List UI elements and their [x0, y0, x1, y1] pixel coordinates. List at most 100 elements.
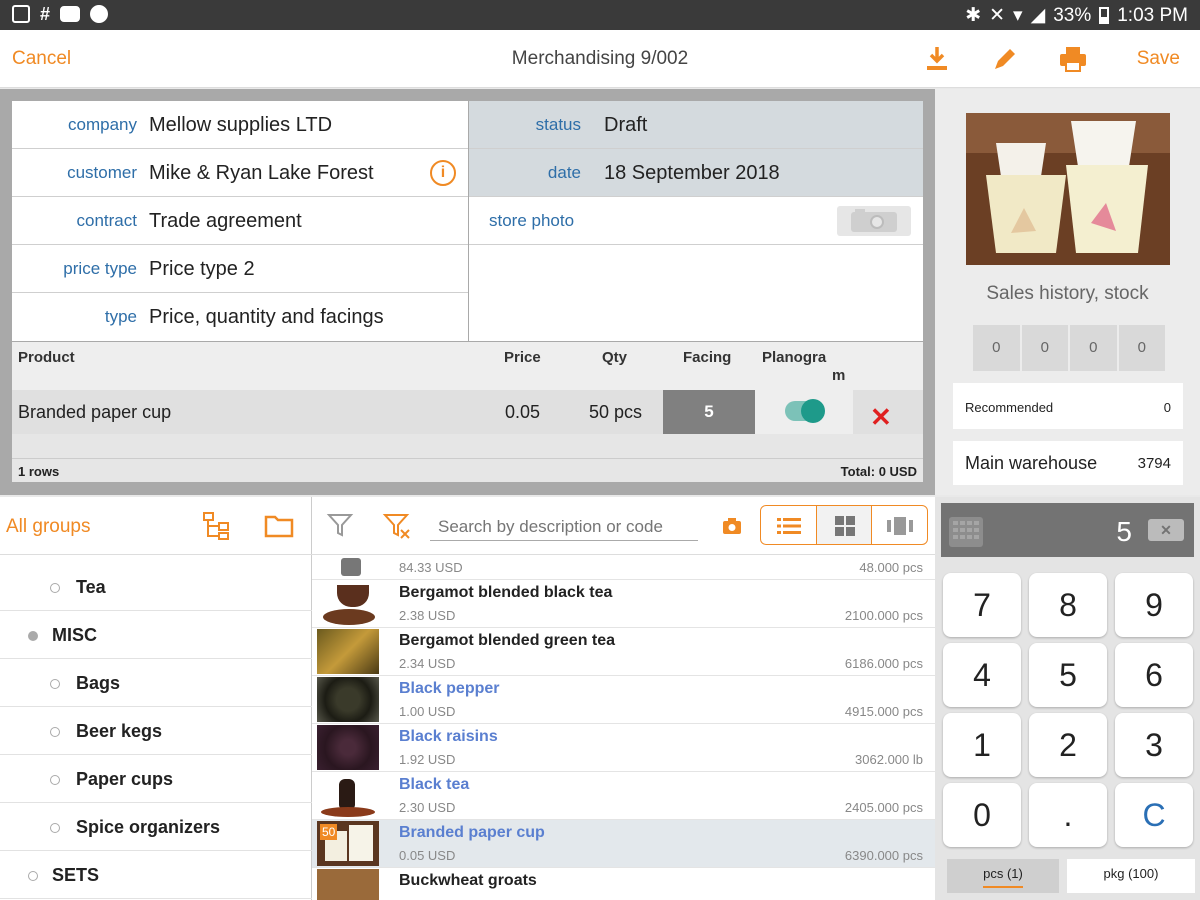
planogram-toggle[interactable] — [785, 399, 825, 423]
calculator-icon[interactable] — [949, 517, 983, 547]
store-photo-row[interactable]: store photo — [469, 197, 923, 245]
row-facing[interactable]: 5 — [663, 390, 755, 434]
group-item-bags[interactable]: Bags — [0, 659, 312, 707]
product-thumbnail: 50 — [317, 821, 379, 866]
grid-view-button[interactable] — [816, 506, 873, 544]
signal-icon: ◢ — [1030, 5, 1046, 26]
contract-row[interactable]: contract Trade agreement — [12, 197, 468, 245]
group-item-spice-organizers[interactable]: Spice organizers — [0, 803, 312, 851]
catalog-toolbar — [312, 497, 935, 555]
list-item[interactable]: Bergamot blended green tea 2.34 USD 6186… — [312, 628, 935, 676]
products-table-header: Product Price Qty Facing Planogra m — [12, 342, 923, 390]
store-photo-area — [469, 245, 923, 341]
document-panel: company Mellow supplies LTD customer Mik… — [0, 89, 935, 495]
rows-count: 1 rows — [18, 464, 60, 479]
key-5[interactable]: 5 — [1029, 643, 1107, 707]
clear-filter-icon[interactable] — [382, 511, 412, 541]
product-name: Black pepper — [399, 680, 500, 697]
delete-icon[interactable]: ✕ — [870, 402, 892, 433]
tree-icon[interactable] — [202, 511, 232, 541]
mute-icon: ✕ — [989, 5, 1006, 26]
key-0[interactable]: 0 — [943, 783, 1021, 847]
camera-icon[interactable] — [837, 206, 911, 236]
price-type-label: price type — [63, 259, 137, 278]
list-view-button[interactable] — [761, 506, 817, 544]
stock-cell: 0 — [1118, 325, 1165, 371]
product-photo[interactable] — [966, 113, 1170, 265]
all-groups-link[interactable]: All groups — [6, 516, 91, 538]
stock-cell: 0 — [973, 325, 1020, 371]
list-item[interactable]: 50 Branded paper cup 0.05 USD 6390.000 p… — [312, 820, 935, 868]
contract-label: contract — [76, 211, 137, 230]
table-row[interactable]: Branded paper cup 0.05 50 pcs 5 ✕ — [12, 390, 923, 434]
customer-row[interactable]: customer Mike & Ryan Lake Forest i — [12, 149, 468, 197]
search-input[interactable] — [430, 513, 698, 541]
alert-icon — [90, 5, 109, 23]
status-row[interactable]: status Draft — [469, 101, 923, 149]
warehouse-box[interactable]: Main warehouse 3794 — [953, 441, 1183, 485]
catalog-list: 84.33 USD 48.000 pcs Bergamot blended bl… — [312, 556, 935, 900]
keypad-value: 5 — [1116, 516, 1132, 547]
backspace-icon[interactable]: ✕ — [1148, 519, 1184, 541]
bluetooth-icon: ✱ — [965, 5, 982, 26]
key-8[interactable]: 8 — [1029, 573, 1107, 637]
filter-icon[interactable] — [326, 511, 354, 539]
key-3[interactable]: 3 — [1115, 713, 1193, 777]
warehouse-label: Main warehouse — [965, 453, 1098, 473]
scan-camera-icon[interactable] — [722, 517, 742, 535]
date-row[interactable]: date 18 September 2018 — [469, 149, 923, 197]
numeric-keypad: 5 ✕ 7 8 9 4 5 6 1 2 3 0 . C pcs (1) pkg … — [935, 497, 1200, 900]
status-value: Draft — [604, 114, 648, 136]
list-item[interactable]: Black tea 2.30 USD 2405.000 pcs — [312, 772, 935, 820]
cancel-button[interactable]: Cancel — [12, 48, 71, 70]
type-row[interactable]: type Price, quantity and facings — [12, 293, 468, 341]
download-icon[interactable] — [922, 44, 952, 74]
key-9[interactable]: 9 — [1115, 573, 1193, 637]
grid-icon — [834, 516, 855, 536]
list-item[interactable]: 84.33 USD 48.000 pcs — [312, 556, 935, 580]
product-thumbnail — [317, 869, 379, 900]
sales-history-title: Sales history, stock — [986, 283, 1149, 304]
group-item-sets[interactable]: SETS — [0, 851, 312, 899]
key-2[interactable]: 2 — [1029, 713, 1107, 777]
carousel-view-button[interactable] — [872, 506, 927, 544]
list-item[interactable]: Black pepper 1.00 USD 4915.000 pcs — [312, 676, 935, 724]
save-button[interactable]: Save — [1137, 48, 1180, 70]
company-row[interactable]: company Mellow supplies LTD — [12, 101, 468, 149]
customer-label: customer — [67, 163, 137, 182]
store-photo-label: store photo — [489, 211, 575, 230]
battery-icon — [1099, 7, 1110, 24]
groups-panel: All groups Tea MISC Bags Beer kegs Paper… — [0, 497, 312, 900]
company-value: Mellow supplies LTD — [149, 114, 333, 136]
print-icon[interactable] — [1058, 44, 1088, 74]
clock: 1:03 PM — [1117, 4, 1188, 26]
list-item[interactable]: Buckwheat groats — [312, 868, 935, 900]
group-item-beer-kegs[interactable]: Beer kegs — [0, 707, 312, 755]
col-product: Product — [18, 349, 75, 366]
list-item[interactable]: Black raisins 1.92 USD 3062.000 lb — [312, 724, 935, 772]
product-thumbnail — [317, 581, 379, 626]
key-1[interactable]: 1 — [943, 713, 1021, 777]
key-6[interactable]: 6 — [1115, 643, 1193, 707]
info-icon[interactable]: i — [430, 160, 456, 186]
folder-icon[interactable] — [264, 513, 294, 539]
group-item-tea[interactable]: Tea — [0, 563, 312, 611]
status-bar: # ✱ ✕ ▾ ◢ 33% 1:03 PM — [0, 0, 1200, 30]
edit-icon[interactable] — [990, 44, 1020, 74]
unit-pcs-button[interactable]: pcs (1) — [947, 859, 1059, 893]
key-4[interactable]: 4 — [943, 643, 1021, 707]
key-clear[interactable]: C — [1115, 783, 1193, 847]
key-7[interactable]: 7 — [943, 573, 1021, 637]
view-switcher — [760, 505, 928, 545]
group-item-misc[interactable]: MISC — [0, 611, 312, 659]
product-thumbnail — [317, 677, 379, 722]
price-type-row[interactable]: price type Price type 2 — [12, 245, 468, 293]
list-item[interactable]: Bergamot blended black tea 2.38 USD 2100… — [312, 580, 935, 628]
group-item-paper-cups[interactable]: Paper cups — [0, 755, 312, 803]
type-label: type — [104, 307, 137, 326]
recommended-label: Recommended — [965, 400, 1054, 415]
col-planogram-wrap: m — [832, 367, 846, 384]
key-decimal[interactable]: . — [1029, 783, 1107, 847]
unit-pkg-button[interactable]: pkg (100) — [1067, 859, 1195, 893]
price-type-value: Price type 2 — [149, 258, 255, 280]
